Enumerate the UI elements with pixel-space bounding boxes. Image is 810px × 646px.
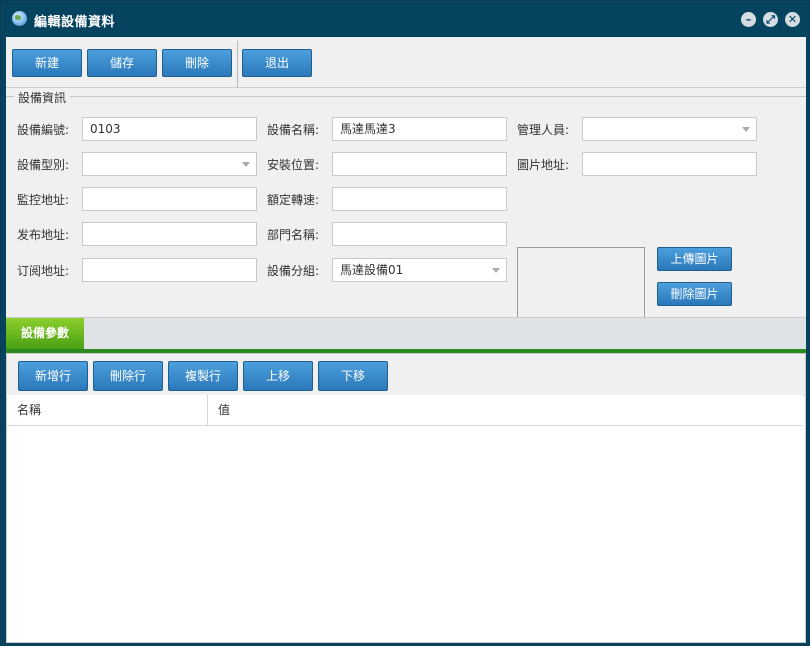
move-down-button[interactable]: 下移 bbox=[318, 361, 388, 391]
edit-device-window: 編輯設備資料 – ⤢ ✕ 新建 儲存 刪除 退出 設備資訊 設備編號: 0103… bbox=[0, 0, 810, 646]
title-bar: 編輯設備資料 – ⤢ ✕ bbox=[1, 1, 809, 37]
manager-label: 管理人員: bbox=[517, 123, 570, 137]
exit-button[interactable]: 退出 bbox=[242, 49, 312, 77]
new-button[interactable]: 新建 bbox=[12, 49, 82, 77]
manager-select[interactable] bbox=[582, 117, 757, 141]
monitor-url-input[interactable] bbox=[82, 187, 257, 211]
monitor-url-label: 監控地址: bbox=[17, 193, 70, 207]
image-url-input[interactable] bbox=[582, 152, 757, 176]
dept-name-input[interactable] bbox=[332, 222, 507, 246]
minimize-icon[interactable]: – bbox=[741, 12, 756, 27]
globe-icon bbox=[12, 11, 27, 26]
delete-row-button[interactable]: 刪除行 bbox=[93, 361, 163, 391]
params-panel: 新增行 刪除行 複製行 上移 下移 名稱 值 bbox=[6, 353, 806, 643]
rated-speed-input[interactable] bbox=[332, 187, 507, 211]
delete-button[interactable]: 刪除 bbox=[162, 49, 232, 77]
add-row-button[interactable]: 新增行 bbox=[18, 361, 88, 391]
column-header-name[interactable]: 名稱 bbox=[7, 395, 208, 425]
delete-image-button[interactable]: 刪除圖片 bbox=[657, 282, 732, 306]
device-group-label: 設備分組: bbox=[267, 264, 320, 278]
chevron-down-icon bbox=[742, 127, 750, 132]
upload-image-button[interactable]: 上傳圖片 bbox=[657, 247, 732, 271]
move-up-button[interactable]: 上移 bbox=[243, 361, 313, 391]
grid-header: 名稱 值 bbox=[7, 395, 803, 426]
close-icon[interactable]: ✕ bbox=[785, 12, 800, 27]
publish-url-label: 发布地址: bbox=[17, 228, 70, 242]
copy-row-button[interactable]: 複製行 bbox=[168, 361, 238, 391]
device-group-value: 馬達設備01 bbox=[340, 263, 404, 277]
window-content: 新建 儲存 刪除 退出 設備資訊 設備編號: 0103 設備名稱: 馬達馬達3 … bbox=[6, 37, 806, 643]
device-name-input[interactable]: 馬達馬達3 bbox=[332, 117, 507, 141]
save-button[interactable]: 儲存 bbox=[87, 49, 157, 77]
publish-url-input[interactable] bbox=[82, 222, 257, 246]
subscribe-url-label: 订阅地址: bbox=[17, 264, 70, 278]
toolbar-divider bbox=[237, 41, 238, 87]
subscribe-url-input[interactable] bbox=[82, 258, 257, 282]
restore-icon[interactable]: ⤢ bbox=[763, 12, 778, 27]
device-type-select[interactable] bbox=[82, 152, 257, 176]
window-title: 編輯設備資料 bbox=[34, 15, 116, 30]
device-no-label: 設備編號: bbox=[17, 123, 70, 137]
device-group-select[interactable]: 馬達設備01 bbox=[332, 258, 507, 282]
main-toolbar: 新建 儲存 刪除 退出 bbox=[6, 37, 806, 88]
device-no-input[interactable]: 0103 bbox=[82, 117, 257, 141]
column-header-value[interactable]: 值 bbox=[208, 395, 803, 425]
device-type-label: 設備型別: bbox=[17, 158, 70, 172]
tab-strip: 設備參數 bbox=[6, 317, 806, 353]
device-info-legend: 設備資訊 bbox=[14, 89, 71, 106]
rated-speed-label: 額定轉速: bbox=[267, 193, 320, 207]
chevron-down-icon bbox=[492, 268, 500, 273]
tab-device-params[interactable]: 設備參數 bbox=[6, 318, 84, 349]
device-name-label: 設備名稱: bbox=[267, 123, 320, 137]
install-location-label: 安裝位置: bbox=[267, 158, 320, 172]
install-location-input[interactable] bbox=[332, 152, 507, 176]
dept-name-label: 部門名稱: bbox=[267, 228, 320, 242]
grid-toolbar: 新增行 刪除行 複製行 上移 下移 bbox=[7, 354, 805, 396]
device-info-fieldset: 設備資訊 設備編號: 0103 設備名稱: 馬達馬達3 管理人員: 設備型別: … bbox=[6, 89, 806, 343]
image-url-label: 圖片地址: bbox=[517, 158, 570, 172]
chevron-down-icon bbox=[242, 162, 250, 167]
